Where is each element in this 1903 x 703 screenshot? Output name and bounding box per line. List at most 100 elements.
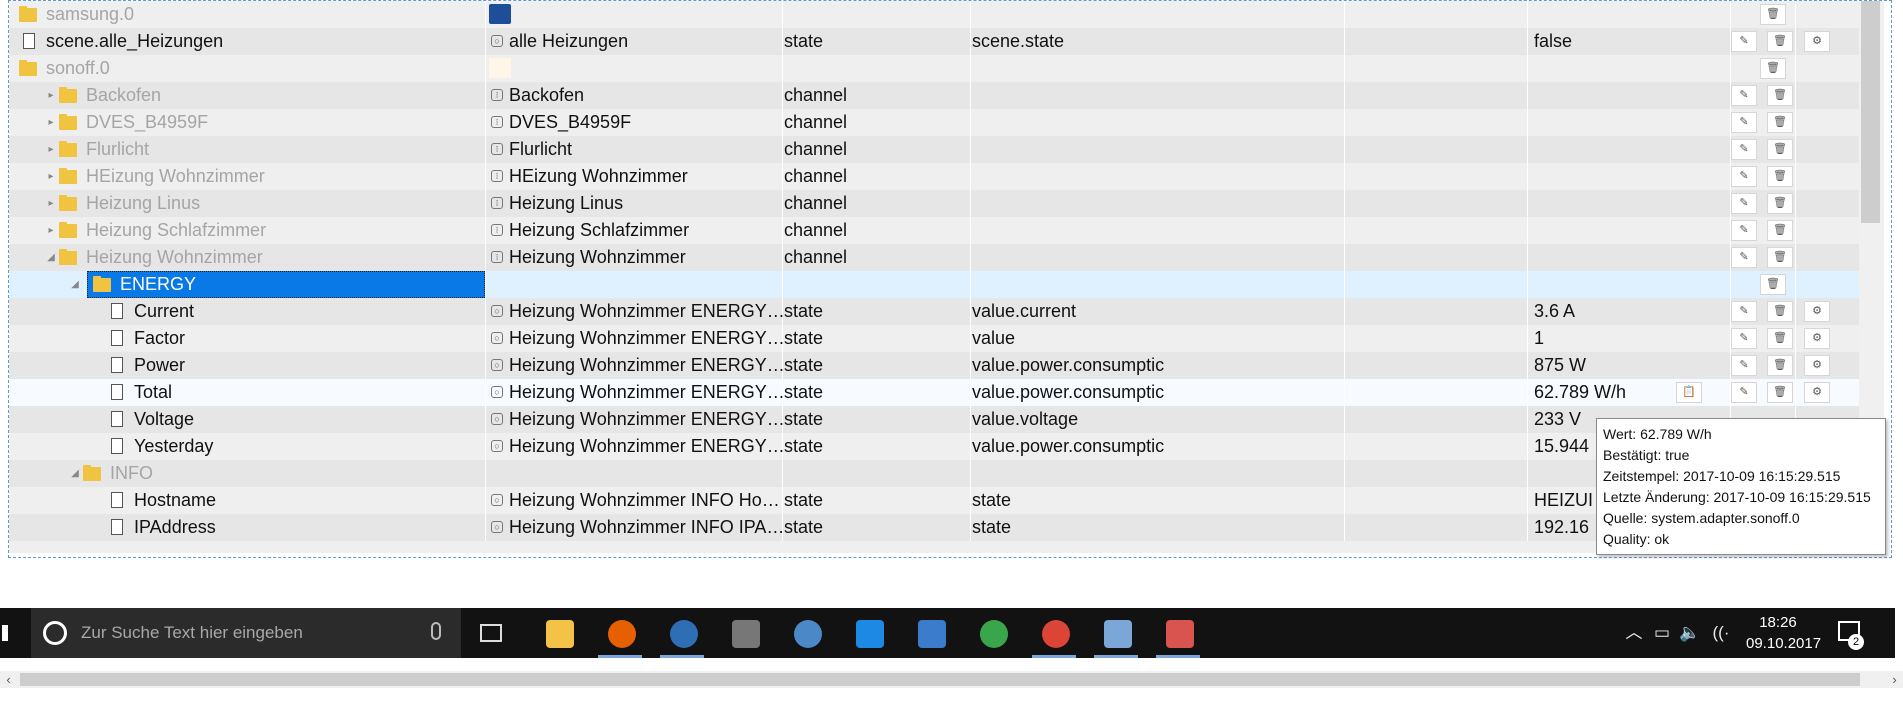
trash-button[interactable]: 🗑 [1767,355,1793,376]
tree-row[interactable]: scene.alle_Heizungen ○ alle Heizungen state… [9,28,1859,55]
object-value[interactable] [1534,136,1714,163]
object-id[interactable]: Hostname [134,487,482,514]
edit-button[interactable]: ✎ [1731,301,1757,322]
object-id[interactable]: Power [134,352,482,379]
edit-button[interactable]: ✎ [1731,193,1757,214]
start-button[interactable] [0,608,30,658]
object-id[interactable]: sonoff.0 [46,55,482,82]
taskbar-app-button[interactable] [1026,608,1082,658]
taskbar-search-box[interactable]: Zur Suche Text hier eingeben [31,608,461,658]
taskbar-app-button[interactable] [778,608,834,658]
tree-row[interactable]: samsung.0 🗑 [9,1,1859,28]
trash-button[interactable]: 🗑 [1767,247,1793,268]
tree-row[interactable]: ▸ DVES_B4959F ⁝ DVES_B4959F channel ✎ 🗑 [9,109,1859,136]
scroll-right-arrow-icon[interactable]: › [1886,671,1903,688]
object-value[interactable] [1534,217,1714,244]
tree-row[interactable]: Yesterday ○ Heizung Wohnzimmer ENERGY… stat… [9,433,1859,460]
trash-button[interactable]: 🗑 [1767,301,1793,322]
edit-button[interactable]: ✎ [1731,328,1757,349]
trash-button[interactable]: 🗑 [1760,4,1786,25]
edit-button[interactable]: ✎ [1731,31,1757,52]
tree-row[interactable]: ▸ Heizung Schlafzimmer ⁝ Heizung Schlafzimm… [9,217,1859,244]
object-id[interactable]: Backofen [86,82,482,109]
expand-toggle-icon[interactable]: ◢ [69,460,81,487]
object-id[interactable]: Yesterday [134,433,482,460]
expand-toggle-icon[interactable]: ▸ [45,163,57,190]
edit-button[interactable]: ✎ [1731,382,1757,403]
edit-button[interactable]: ✎ [1731,166,1757,187]
object-id[interactable]: Heizung Schlafzimmer [86,217,482,244]
taskbar-app-button[interactable] [716,608,772,658]
object-id[interactable]: Voltage [134,406,482,433]
gear-button[interactable]: ⚙ [1804,328,1830,349]
volume-icon[interactable]: 🔈 [1678,608,1702,658]
object-value[interactable] [1534,244,1714,271]
tray-overflow-chevron[interactable]: ︿ [1622,608,1646,658]
object-id[interactable]: Factor [134,325,482,352]
taskbar-app-button[interactable] [530,608,586,658]
taskbar-app-button[interactable] [1088,608,1144,658]
object-id[interactable]: Heizung Wohnzimmer [86,244,482,271]
object-id[interactable]: IPAddress [134,514,482,541]
trash-button[interactable]: 🗑 [1760,274,1786,295]
clipboard-button[interactable]: 📋 [1676,382,1702,403]
object-id[interactable]: Current [134,298,482,325]
gear-button[interactable]: ⚙ [1804,382,1830,403]
tree-row[interactable]: Factor ○ Heizung Wohnzimmer ENERGY… state va… [9,325,1859,352]
tree-row[interactable]: Voltage ○ Heizung Wohnzimmer ENERGY… state v… [9,406,1859,433]
taskbar-app-button[interactable] [592,608,648,658]
object-id[interactable]: Flurlicht [86,136,482,163]
tree-row[interactable]: ◢ Heizung Wohnzimmer ⁝ Heizung Wohnzimmer ch… [9,244,1859,271]
trash-button[interactable]: 🗑 [1767,31,1793,52]
object-id[interactable]: Total [134,379,482,406]
scroll-left-arrow-icon[interactable]: ‹ [0,671,17,688]
tree-row[interactable]: ▸ Heizung Linus ⁝ Heizung Linus channel ✎ 🗑 [9,190,1859,217]
tree-row[interactable]: Current ○ Heizung Wohnzimmer ENERGY… state v… [9,298,1859,325]
tree-row[interactable]: Hostname ○ Heizung Wohnzimmer INFO Ho… stat… [9,487,1859,514]
object-value[interactable] [1534,109,1714,136]
tree-row[interactable]: ◢ INFO [9,460,1859,487]
taskbar-app-button[interactable] [840,608,896,658]
object-value[interactable] [1534,190,1714,217]
tree-row[interactable]: ▸ Flurlicht ⁝ Flurlicht channel ✎ 🗑 [9,136,1859,163]
object-value[interactable]: 1 [1534,325,1714,352]
system-clock[interactable]: 18:26 09.10.2017 [1746,612,1821,654]
object-value[interactable] [1534,1,1714,28]
expand-toggle-icon[interactable]: ▸ [45,190,57,217]
taskbar-app-button[interactable] [654,608,710,658]
trash-button[interactable]: 🗑 [1767,193,1793,214]
trash-button[interactable]: 🗑 [1767,112,1793,133]
taskbar-app-button[interactable] [964,608,1020,658]
expand-toggle-icon[interactable]: ▸ [45,217,57,244]
object-value[interactable]: 875 W [1534,352,1714,379]
object-value[interactable] [1534,82,1714,109]
expand-toggle-icon[interactable]: ◢ [69,271,81,298]
tree-row[interactable]: IPAddress ○ Heizung Wohnzimmer INFO IPA… st… [9,514,1859,541]
object-value[interactable] [1534,163,1714,190]
taskbar-app-button[interactable] [902,608,958,658]
object-value[interactable]: false [1534,28,1714,55]
expand-toggle-icon[interactable]: ▸ [45,109,57,136]
trash-button[interactable]: 🗑 [1767,139,1793,160]
edit-button[interactable]: ✎ [1731,85,1757,106]
edit-button[interactable]: ✎ [1731,247,1757,268]
tree-row[interactable]: sonoff.0 🗑 [9,55,1859,82]
tree-row[interactable]: ◢ ENERGY 🗑 [9,271,1859,298]
vertical-scrollbar-thumb[interactable] [1861,1,1880,223]
tree-row[interactable]: Total ○ Heizung Wohnzimmer ENERGY… state val… [9,379,1859,406]
tree-row[interactable]: ▸ HEizung Wohnzimmer ⁝ HEizung Wohnzimmer ch… [9,163,1859,190]
object-id[interactable]: Heizung Linus [86,190,482,217]
gear-button[interactable]: ⚙ [1804,301,1830,322]
trash-button[interactable]: 🗑 [1767,166,1793,187]
edit-button[interactable]: ✎ [1731,355,1757,376]
trash-button[interactable]: 🗑 [1767,85,1793,106]
object-value[interactable] [1534,55,1714,82]
object-value[interactable]: 3.6 A [1534,298,1714,325]
microphone-icon[interactable] [431,622,441,640]
trash-button[interactable]: 🗑 [1767,220,1793,241]
tree-row[interactable]: ▸ Backofen ⁝ Backofen channel ✎ 🗑 [9,82,1859,109]
taskbar-app-button[interactable] [1150,608,1206,658]
task-view-button[interactable] [472,608,512,658]
object-id[interactable]: HEizung Wohnzimmer [86,163,482,190]
object-id[interactable]: INFO [110,460,482,487]
